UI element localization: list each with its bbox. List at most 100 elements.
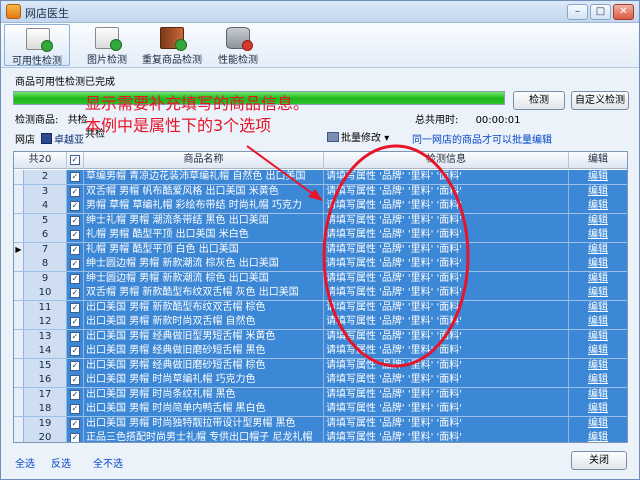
product-name: 草编男帽 青凉边花装沛草编礼帽 自然色 出口美国 xyxy=(84,170,324,184)
edit-cell: 编辑 xyxy=(569,431,627,442)
grid-header: 共20 ✓ 商品名称 检测信息 编辑 xyxy=(14,152,627,169)
check-info: 请填写属性 '品牌' '里料' '面料' xyxy=(324,213,569,228)
edit-link[interactable]: 编辑 xyxy=(588,171,608,182)
batch-edit-note: 同一网店的商品才可以批量编辑 xyxy=(412,135,552,146)
check-info: 请填写属性 '品牌' '里料' '面料' xyxy=(324,286,569,300)
invert-selection-link[interactable]: 反选 xyxy=(51,455,71,470)
edit-link[interactable]: 编辑 xyxy=(588,432,608,442)
row-checkbox[interactable]: ✓ xyxy=(67,286,84,300)
table-row[interactable]: ▶ 7 ✓ 礼帽 男帽 酷型平顶 白色 出口美国 请填写属性 '品牌' '里料' '面料… xyxy=(14,242,627,258)
edit-link[interactable]: 编辑 xyxy=(588,360,608,371)
row-checkbox[interactable]: ✓ xyxy=(67,358,84,373)
row-checkbox[interactable]: ✓ xyxy=(67,228,84,242)
table-row[interactable]: 17 ✓ 出口美国 男帽 时尚条纹礼帽 黑色 请填写属性 '品牌' '里料' '面料'… xyxy=(14,387,627,403)
table-row[interactable]: 2 ✓ 草编男帽 青凉边花装沛草编礼帽 自然色 出口美国 请填写属性 '品牌' '里料… xyxy=(14,170,627,185)
tab-performance-check[interactable]: 性能检测 xyxy=(211,24,265,66)
select-all-link[interactable]: 全选 xyxy=(15,455,35,470)
edit-link[interactable]: 编辑 xyxy=(588,345,608,356)
check-info: 请填写属性 '品牌' '里料' '面料' xyxy=(324,431,569,442)
edit-link[interactable]: 编辑 xyxy=(588,258,608,269)
edit-cell: 编辑 xyxy=(569,344,627,358)
row-checkbox[interactable]: ✓ xyxy=(67,431,84,442)
minimize-button[interactable]: – xyxy=(567,4,588,20)
product-count-label: 检测商品: xyxy=(15,115,59,126)
check-icon: ✓ xyxy=(70,172,80,182)
product-name: 出口美国 男帽 新款时尚双舌帽 自然色 xyxy=(84,315,324,329)
table-row[interactable]: 14 ✓ 出口美国 男帽 经典做旧磨砂短舌帽 黑色 请填写属性 '品牌' '里料' '… xyxy=(14,344,627,359)
tab-availability-check[interactable]: 可用性检测 xyxy=(4,24,70,67)
detect-button[interactable]: 检测 xyxy=(513,91,565,110)
table-row[interactable]: 4 ✓ 男帽 草帽 草编礼帽 彩绘布带结 时尚礼帽 巧克力 请填写属性 '品牌' '里… xyxy=(14,199,627,214)
row-checkbox[interactable]: ✓ xyxy=(67,300,84,315)
table-row[interactable]: 13 ✓ 出口美国 男帽 经典做旧型男短舌帽 米黄色 请填写属性 '品牌' '里料' … xyxy=(14,329,627,345)
row-checkbox[interactable]: ✓ xyxy=(67,213,84,228)
row-checkbox[interactable]: ✓ xyxy=(67,344,84,358)
row-checkbox[interactable]: ✓ xyxy=(67,387,84,402)
close-window-button[interactable]: ✕ xyxy=(613,4,634,20)
select-none-link[interactable]: 全不选 xyxy=(93,455,123,470)
row-checkbox[interactable]: ✓ xyxy=(67,373,84,387)
edit-link[interactable]: 编辑 xyxy=(588,273,608,284)
edit-link[interactable]: 编辑 xyxy=(588,229,608,240)
edit-link[interactable]: 编辑 xyxy=(588,418,608,429)
row-checkbox[interactable]: ✓ xyxy=(67,271,84,286)
check-info: 请填写属性 '品牌' '里料' '面料' xyxy=(324,344,569,358)
maximize-button[interactable]: □ xyxy=(590,4,611,20)
row-checkbox[interactable]: ✓ xyxy=(67,184,84,199)
table-row[interactable]: 8 ✓ 绅士圆边帽 男帽 新款潮流 棕灰色 出口美国 请填写属性 '品牌' '里料' … xyxy=(14,257,627,272)
table-row[interactable]: 6 ✓ 礼帽 男帽 酷型平顶 出口美国 米白色 请填写属性 '品牌' '里料' '面料… xyxy=(14,228,627,243)
edit-link[interactable]: 编辑 xyxy=(588,316,608,327)
table-row[interactable]: 20 ✓ 正品三色搭配时尚男士礼帽 专供出口帽子 尼龙礼帽 请填写属性 '品牌' '里… xyxy=(14,431,627,442)
header-product-name: 商品名称 xyxy=(84,152,324,169)
edit-cell: 编辑 xyxy=(569,257,627,271)
row-pointer xyxy=(14,213,24,228)
table-row[interactable]: 18 ✓ 出口美国 男帽 时尚简单内鸭舌帽 黑白色 请填写属性 '品牌' '里料' '… xyxy=(14,402,627,417)
edit-link[interactable]: 编辑 xyxy=(588,331,608,342)
row-number: 8 xyxy=(24,257,67,271)
edit-link[interactable]: 编辑 xyxy=(588,200,608,211)
close-button[interactable]: 关闭 xyxy=(571,451,627,470)
row-checkbox[interactable]: ✓ xyxy=(67,257,84,271)
tab-image-check-label: 图片检测 xyxy=(87,55,127,66)
row-number: 13 xyxy=(24,329,67,344)
tab-duplicate-check[interactable]: 重复商品检测 xyxy=(139,24,205,66)
edit-link[interactable]: 编辑 xyxy=(588,244,608,255)
header-select-all-checkbox[interactable]: ✓ xyxy=(67,152,84,169)
product-name: 出口美国 男帽 时尚草编礼帽 巧克力色 xyxy=(84,373,324,387)
store-selector[interactable]: 卓越亚 xyxy=(41,131,84,146)
table-row[interactable]: 19 ✓ 出口美国 男帽 时尚独特靓拉带设计型男帽 黑色 请填写属性 '品牌' '里料… xyxy=(14,416,627,432)
table-row[interactable]: 5 ✓ 绅士礼帽 男帽 潮流条带结 黑色 出口美国 请填写属性 '品牌' '里料' '… xyxy=(14,213,627,229)
table-row[interactable]: 12 ✓ 出口美国 男帽 新款时尚双舌帽 自然色 请填写属性 '品牌' '里料' '面… xyxy=(14,315,627,330)
row-number: 3 xyxy=(24,184,67,199)
table-row[interactable]: 11 ✓ 出口美国 男帽 新款酷型布纹双舌帽 棕色 请填写属性 '品牌' '里料' '… xyxy=(14,300,627,316)
edit-link[interactable]: 编辑 xyxy=(588,374,608,385)
table-row[interactable]: 9 ✓ 绅士圆边帽 男帽 新款潮流 棕色 出口美国 请填写属性 '品牌' '里料' '… xyxy=(14,271,627,287)
edit-link[interactable]: 编辑 xyxy=(588,302,608,313)
row-checkbox[interactable]: ✓ xyxy=(67,402,84,416)
table-row[interactable]: 16 ✓ 出口美国 男帽 时尚草编礼帽 巧克力色 请填写属性 '品牌' '里料' '面… xyxy=(14,373,627,388)
row-checkbox[interactable]: ✓ xyxy=(67,315,84,329)
row-checkbox[interactable]: ✓ xyxy=(67,329,84,344)
total-time-row: 总共用时: 00:00:01 xyxy=(415,111,520,126)
row-number: 17 xyxy=(24,387,67,402)
title-bar[interactable]: 网店医生 – □ ✕ xyxy=(1,1,639,23)
table-row[interactable]: 10 ✓ 双舌帽 男帽 新款酷型布纹双舌帽 灰色 出口美国 请填写属性 '品牌' '里… xyxy=(14,286,627,301)
edit-link[interactable]: 编辑 xyxy=(588,403,608,414)
edit-link[interactable]: 编辑 xyxy=(588,287,608,298)
row-pointer: ▶ xyxy=(14,242,24,257)
custom-detect-button[interactable]: 自定义检测 xyxy=(571,91,629,110)
row-checkbox[interactable]: ✓ xyxy=(67,416,84,431)
annotation-line-2: 本例中是属性下的3个选项 xyxy=(85,116,272,135)
check-info: 请填写属性 '品牌' '里料' '面料' xyxy=(324,228,569,242)
edit-link[interactable]: 编辑 xyxy=(588,389,608,400)
row-checkbox[interactable]: ✓ xyxy=(67,242,84,257)
edit-link[interactable]: 编辑 xyxy=(588,215,608,226)
row-checkbox[interactable]: ✓ xyxy=(67,170,84,184)
table-row[interactable]: 3 ✓ 双舌帽 男帽 帆布酷爱风格 出口美国 米黄色 请填写属性 '品牌' '里料' … xyxy=(14,184,627,200)
row-pointer xyxy=(14,286,24,300)
tab-image-check[interactable]: 图片检测 xyxy=(77,24,137,66)
row-checkbox[interactable]: ✓ xyxy=(67,199,84,213)
product-name: 礼帽 男帽 酷型平顶 白色 出口美国 xyxy=(84,242,324,257)
table-row[interactable]: 15 ✓ 出口美国 男帽 经典做旧磨砂短舌帽 棕色 请填写属性 '品牌' '里料' '… xyxy=(14,358,627,374)
edit-link[interactable]: 编辑 xyxy=(588,186,608,197)
